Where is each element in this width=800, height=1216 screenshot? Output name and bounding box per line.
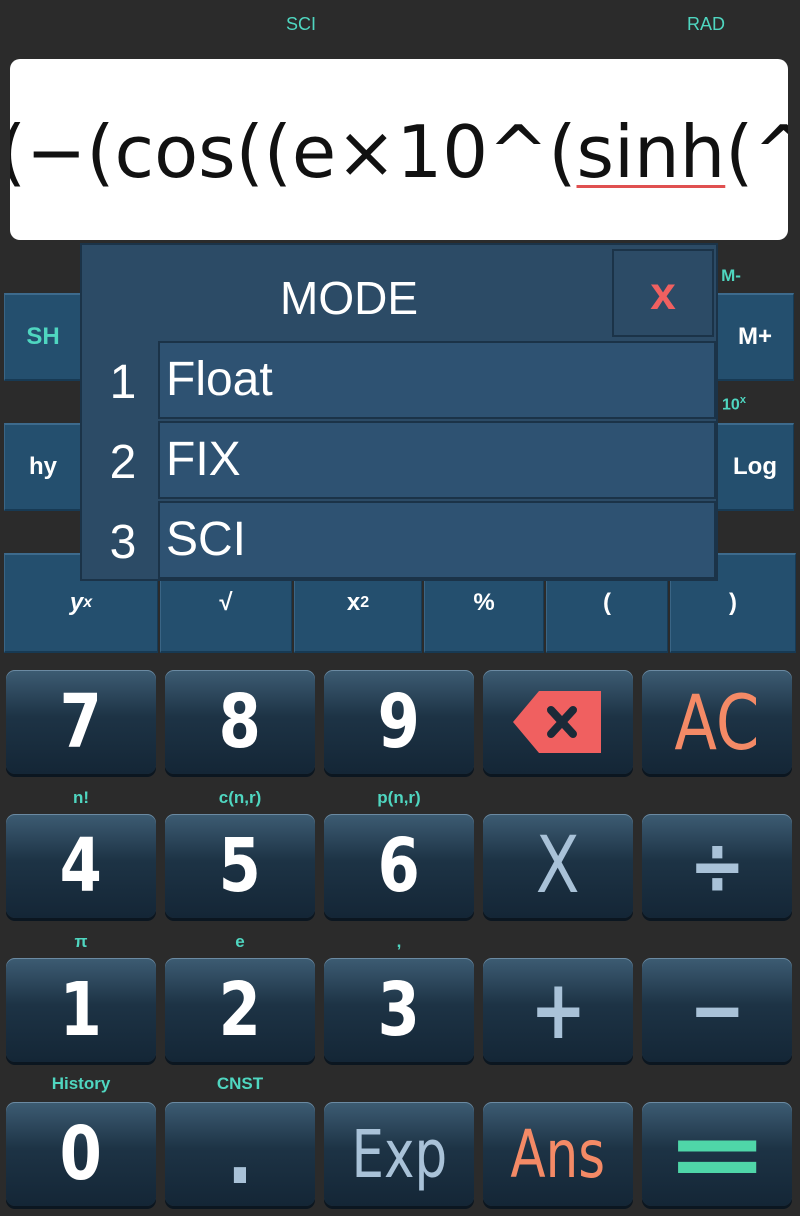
pi-label: π [74,932,88,951]
plus-button[interactable]: + [483,958,633,1062]
option-number: 1 [109,356,137,409]
clear-all-button[interactable]: AC [642,670,792,774]
expression-text: (−(cos((e×10^(sinh(^(+ [10,110,788,194]
key-0[interactable]: 0 [6,1102,156,1206]
option-number: 2 [109,436,137,489]
key-2[interactable]: 2 [165,958,315,1062]
ten-power-label: 10x [722,394,746,414]
divide-button[interactable]: ÷ [642,814,792,918]
dialog-title: MODE [280,272,418,324]
m-minus-label: M- [721,266,741,285]
backspace-icon [513,691,601,753]
ans-button[interactable]: Ans [483,1102,633,1206]
key-3[interactable]: 3 [324,958,474,1062]
permutation-label: p(n,r) [377,788,421,807]
exp-button[interactable]: Exp [324,1102,474,1206]
comma-label: , [396,932,402,951]
angle-indicator: RAD [687,14,726,34]
option-number: 3 [109,516,137,569]
key-1[interactable]: 1 [6,958,156,1062]
minus-button[interactable]: − [642,958,792,1062]
multiply-button[interactable]: X [483,814,633,918]
close-icon: x [650,267,676,319]
option-float[interactable]: Float [158,341,716,419]
mode-dialog: MODE x 1 Float 2 FIX 3 SCI [80,243,718,581]
factorial-label: n! [72,788,90,807]
shift-button[interactable]: SH [4,293,82,381]
hyp-button[interactable]: hy [4,423,82,511]
mode-indicator: SCI [286,14,317,34]
key-7[interactable]: 7 [6,670,156,774]
close-button[interactable]: x [612,249,714,337]
key-5[interactable]: 5 [165,814,315,918]
expression-display[interactable]: (−(cos((e×10^(sinh(^(+ [10,59,788,240]
constants-label: CNST [216,1074,264,1093]
m-plus-button[interactable]: M+ [716,293,794,381]
e-label: e [235,932,245,951]
decimal-point-button[interactable]: . [165,1102,315,1206]
combination-label: c(n,r) [218,788,262,807]
key-8[interactable]: 8 [165,670,315,774]
log-button[interactable]: Log [716,423,794,511]
equals-button[interactable]: = [642,1098,792,1210]
option-fix[interactable]: FIX [158,421,716,499]
key-4[interactable]: 4 [6,814,156,918]
key-6[interactable]: 6 [324,814,474,918]
key-9[interactable]: 9 [324,670,474,774]
backspace-button[interactable] [483,670,633,774]
option-sci[interactable]: SCI [158,501,716,579]
history-label: History [51,1074,111,1093]
